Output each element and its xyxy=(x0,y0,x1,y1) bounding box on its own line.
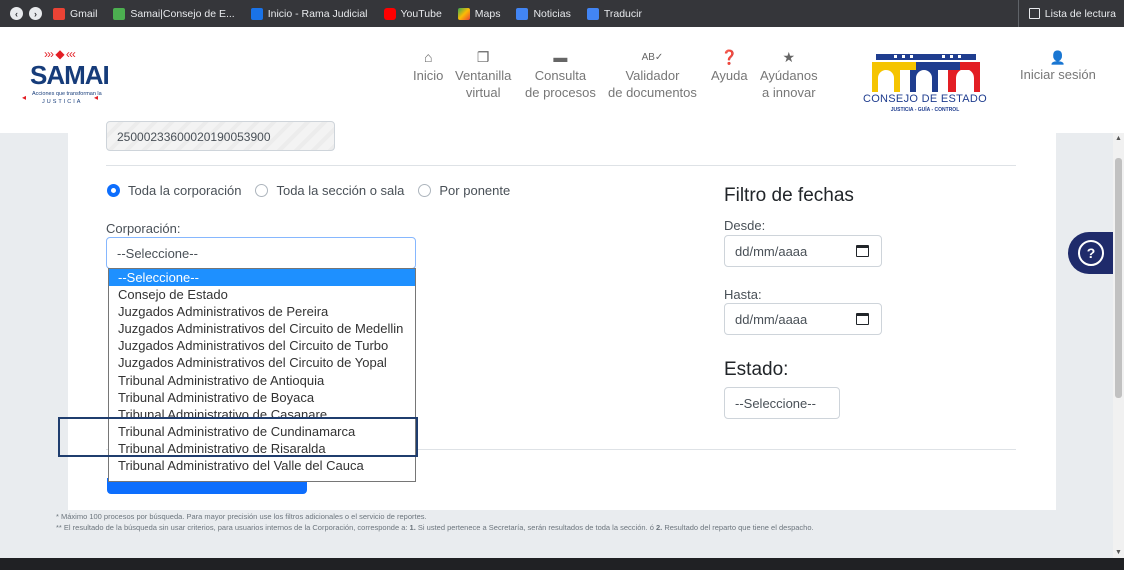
dropdown-option[interactable]: Tribunal Administrativo de Antioquia xyxy=(109,372,415,389)
dropdown-option[interactable]: Tribunal Administrativo de Boyaca xyxy=(109,389,415,406)
dropdown-option[interactable]: Juzgados Administrativos de Pereira xyxy=(109,303,415,320)
scope-radio-group: Toda la corporación Toda la sección o sa… xyxy=(107,183,510,198)
radio-unchecked-icon[interactable] xyxy=(255,184,269,197)
nav-ayuda[interactable]: ❓ Ayuda xyxy=(711,49,748,84)
bookmark-youtube[interactable]: YouTube xyxy=(379,6,447,22)
radio-por-ponente[interactable]: Por ponente xyxy=(418,183,510,198)
nav-consulta-procesos[interactable]: ▬ Consulta de procesos xyxy=(525,49,596,101)
corporacion-label: Corporación: xyxy=(106,221,181,236)
consejo-de-estado-logo[interactable]: CONSEJO DE ESTADO JUSTICIA - GUÍA - CONT… xyxy=(854,54,994,126)
consejo-building-icon xyxy=(872,54,980,92)
dropdown-option[interactable]: Juzgados Administrativos del Circuito de… xyxy=(109,337,415,354)
reading-list-button[interactable]: Lista de lectura xyxy=(1017,0,1116,27)
translate-icon xyxy=(586,7,599,20)
dropdown-option-cundinamarca[interactable]: Tribunal Administrativo de Cundinamarca xyxy=(109,423,415,440)
radicado-input: 25000233600020190053900 xyxy=(106,121,335,151)
bookmark-samai[interactable]: Samai|Consejo de E... xyxy=(108,6,239,22)
date-filter-title: Filtro de fechas xyxy=(724,185,854,206)
hasta-date-input[interactable]: dd/mm/aaaa xyxy=(724,303,882,335)
calendar-icon[interactable] xyxy=(856,313,869,325)
radio-toda-corporacion[interactable]: Toda la corporación xyxy=(107,183,241,198)
page-scrollbar[interactable]: ▲ ▼ xyxy=(1113,133,1124,558)
maps-icon xyxy=(457,7,470,20)
scroll-down-arrow-icon[interactable]: ▼ xyxy=(1115,549,1122,556)
samai-logo[interactable]: ››› ◆ ‹‹‹ SAMAI ◂ Acciones que transform… xyxy=(20,47,110,107)
dropdown-option[interactable]: Juzgados Administrativos del Circuito de… xyxy=(109,354,415,371)
dropdown-option[interactable]: Juzgados Administrativos del Circuito de… xyxy=(109,320,415,337)
star-icon: ★ xyxy=(782,49,796,65)
institution-tagline: JUSTICIA - GUÍA - CONTROL xyxy=(890,107,960,113)
calendar-icon[interactable] xyxy=(856,245,869,257)
bookmark-maps[interactable]: Maps xyxy=(453,6,506,22)
reading-list-icon xyxy=(1028,8,1040,19)
estado-title: Estado: xyxy=(724,359,789,380)
corporacion-select[interactable]: --Seleccione-- xyxy=(106,237,416,269)
scroll-up-arrow-icon[interactable]: ▲ xyxy=(1115,135,1122,142)
bookmark-rama-judicial[interactable]: Inicio - Rama Judicial xyxy=(246,6,373,22)
search-notes: * Máximo 100 procesos por búsqueda. Para… xyxy=(56,512,814,532)
forward-circle-icon[interactable]: › xyxy=(29,7,42,20)
divider xyxy=(106,165,1016,166)
logo-arrows: ››› ◆ ‹‹‹ xyxy=(44,47,76,61)
back-circle-icon[interactable]: ‹ xyxy=(10,7,23,20)
radio-toda-seccion[interactable]: Toda la sección o sala xyxy=(255,183,404,198)
radio-checked-icon[interactable] xyxy=(107,184,120,197)
desde-label: Desde: xyxy=(724,218,766,233)
corporacion-dropdown-list[interactable]: --Seleccione-- Consejo de Estado Juzgado… xyxy=(108,268,416,482)
site-header: ››› ◆ ‹‹‹ SAMAI ◂ Acciones que transform… xyxy=(0,27,1124,133)
nav-ventanilla-virtual[interactable]: ❐ Ventanilla virtual xyxy=(455,49,511,101)
gmail-icon xyxy=(53,7,65,20)
login-button[interactable]: 👤 Iniciar sesión xyxy=(1020,49,1096,83)
help-question-icon: ? xyxy=(1078,240,1104,266)
dropdown-option[interactable]: --Seleccione-- xyxy=(109,269,415,287)
rama-judicial-icon xyxy=(250,7,263,20)
dropdown-option[interactable]: Consejo de Estado xyxy=(109,286,415,303)
folder-icon: ▬ xyxy=(553,49,568,65)
youtube-icon xyxy=(383,7,396,20)
nav-validador-documentos[interactable]: AB✓ Validador de documentos xyxy=(608,49,697,101)
bookmark-noticias[interactable]: Noticias xyxy=(511,6,575,22)
desde-date-input[interactable]: dd/mm/aaaa xyxy=(724,235,882,267)
question-icon: ❓ xyxy=(720,49,739,65)
spellcheck-icon: AB✓ xyxy=(641,52,664,63)
bottom-bar xyxy=(0,558,1124,570)
radio-unchecked-icon[interactable] xyxy=(418,184,432,197)
samai-favicon xyxy=(113,7,126,20)
nav-ayudanos-innovar[interactable]: ★ Ayúdanos a innovar xyxy=(760,49,818,101)
institution-title: CONSEJO DE ESTADO xyxy=(862,93,988,105)
hasta-label: Hasta: xyxy=(724,287,762,302)
help-button[interactable]: ? xyxy=(1068,232,1113,274)
news-icon xyxy=(516,7,529,20)
bookmark-gmail[interactable]: Gmail xyxy=(48,6,102,22)
user-icon: 👤 xyxy=(1049,50,1067,65)
home-icon: ⌂ xyxy=(423,49,433,65)
scroll-thumb[interactable] xyxy=(1115,158,1122,398)
window-icon: ❐ xyxy=(476,49,490,65)
dropdown-option[interactable]: Tribunal Administrativo de Risaralda xyxy=(109,440,415,457)
nav-inicio[interactable]: ⌂ Inicio xyxy=(413,49,443,84)
bookmark-traducir[interactable]: Traducir xyxy=(582,6,647,22)
dropdown-option[interactable]: Tribunal Administrativo de Casanare xyxy=(109,406,415,423)
dropdown-option[interactable]: Tribunal Administrativo del Valle del Ca… xyxy=(109,457,415,474)
estado-select[interactable]: --Seleccione-- xyxy=(724,387,840,419)
bookmarks-bar: ‹ › Gmail Samai|Consejo de E... Inicio -… xyxy=(0,0,1124,27)
